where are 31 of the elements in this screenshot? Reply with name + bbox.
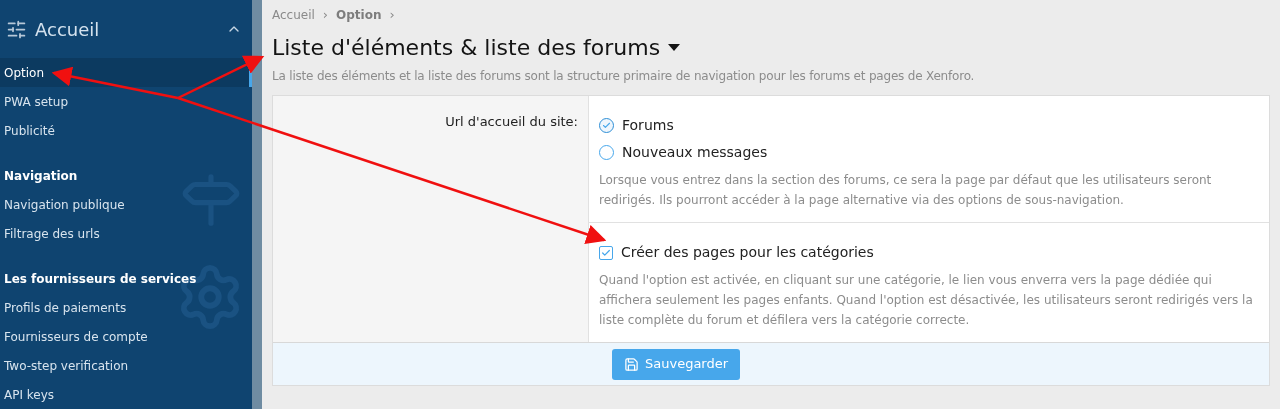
- option-hint: Lorsque vous entrez dans la section des forums, ce sera la page par défaut que les utilisateurs seront redirigés. Ils pourront accéder à la page alternative via des options de sous-navigation.: [599, 172, 1213, 209]
- option-label[interactable]: Nouveaux messages: [622, 142, 768, 163]
- radio-button[interactable]: [599, 145, 614, 160]
- option-label[interactable]: Forums: [622, 115, 674, 136]
- section-title: Accueil: [35, 17, 100, 42]
- nav-item[interactable]: Publicité: [0, 116, 252, 145]
- page-description: La liste des éléments et la liste des forums sont la structure primaire de navigation pour les forums et pages de Xenforo.: [272, 68, 976, 85]
- page-title: Liste d'éléments & liste des forums: [272, 33, 661, 62]
- save-icon: [624, 356, 639, 372]
- option-hint: Quand l'option est activée, en cliquant sur une catégorie, le lien vous enverra vers la page dédiée qui affichera seulement les pages enfants. Quand l'option est désactivée, les utilisateurs seront redirigés vers la liste complète du forum et défilera vers la catégorie correcte.: [599, 272, 1254, 329]
- nav-item[interactable]: Profils de paiements: [0, 293, 252, 322]
- nav-item[interactable]: Filtrage des urls: [0, 219, 252, 248]
- nav-item[interactable]: Two-step verification: [0, 351, 252, 380]
- field-label: Url d'accueil du site:: [445, 115, 578, 129]
- scrollbar[interactable]: [252, 0, 262, 409]
- sliders-icon: [6, 18, 27, 40]
- breadcrumb-separator: ›: [322, 5, 329, 24]
- check-icon: [602, 121, 611, 130]
- nav-item[interactable]: Navigation publique: [0, 190, 252, 219]
- nav-item[interactable]: Fournisseurs de compte: [0, 322, 252, 351]
- nav-item[interactable]: PWA setup: [0, 87, 252, 116]
- nav-heading: Les fournisseurs de services: [3, 271, 198, 288]
- nav-item[interactable]: API keys: [0, 380, 252, 409]
- checkbox[interactable]: [599, 245, 613, 260]
- radio-button[interactable]: [599, 118, 614, 133]
- caret-down-icon[interactable]: [668, 43, 681, 51]
- breadcrumb-separator: ›: [389, 5, 395, 24]
- option-label[interactable]: Créer des pages pour les catégories: [621, 242, 874, 263]
- nav-heading: Navigation: [3, 168, 79, 185]
- nav-item[interactable]: Option: [0, 58, 252, 87]
- check-icon: [601, 247, 611, 258]
